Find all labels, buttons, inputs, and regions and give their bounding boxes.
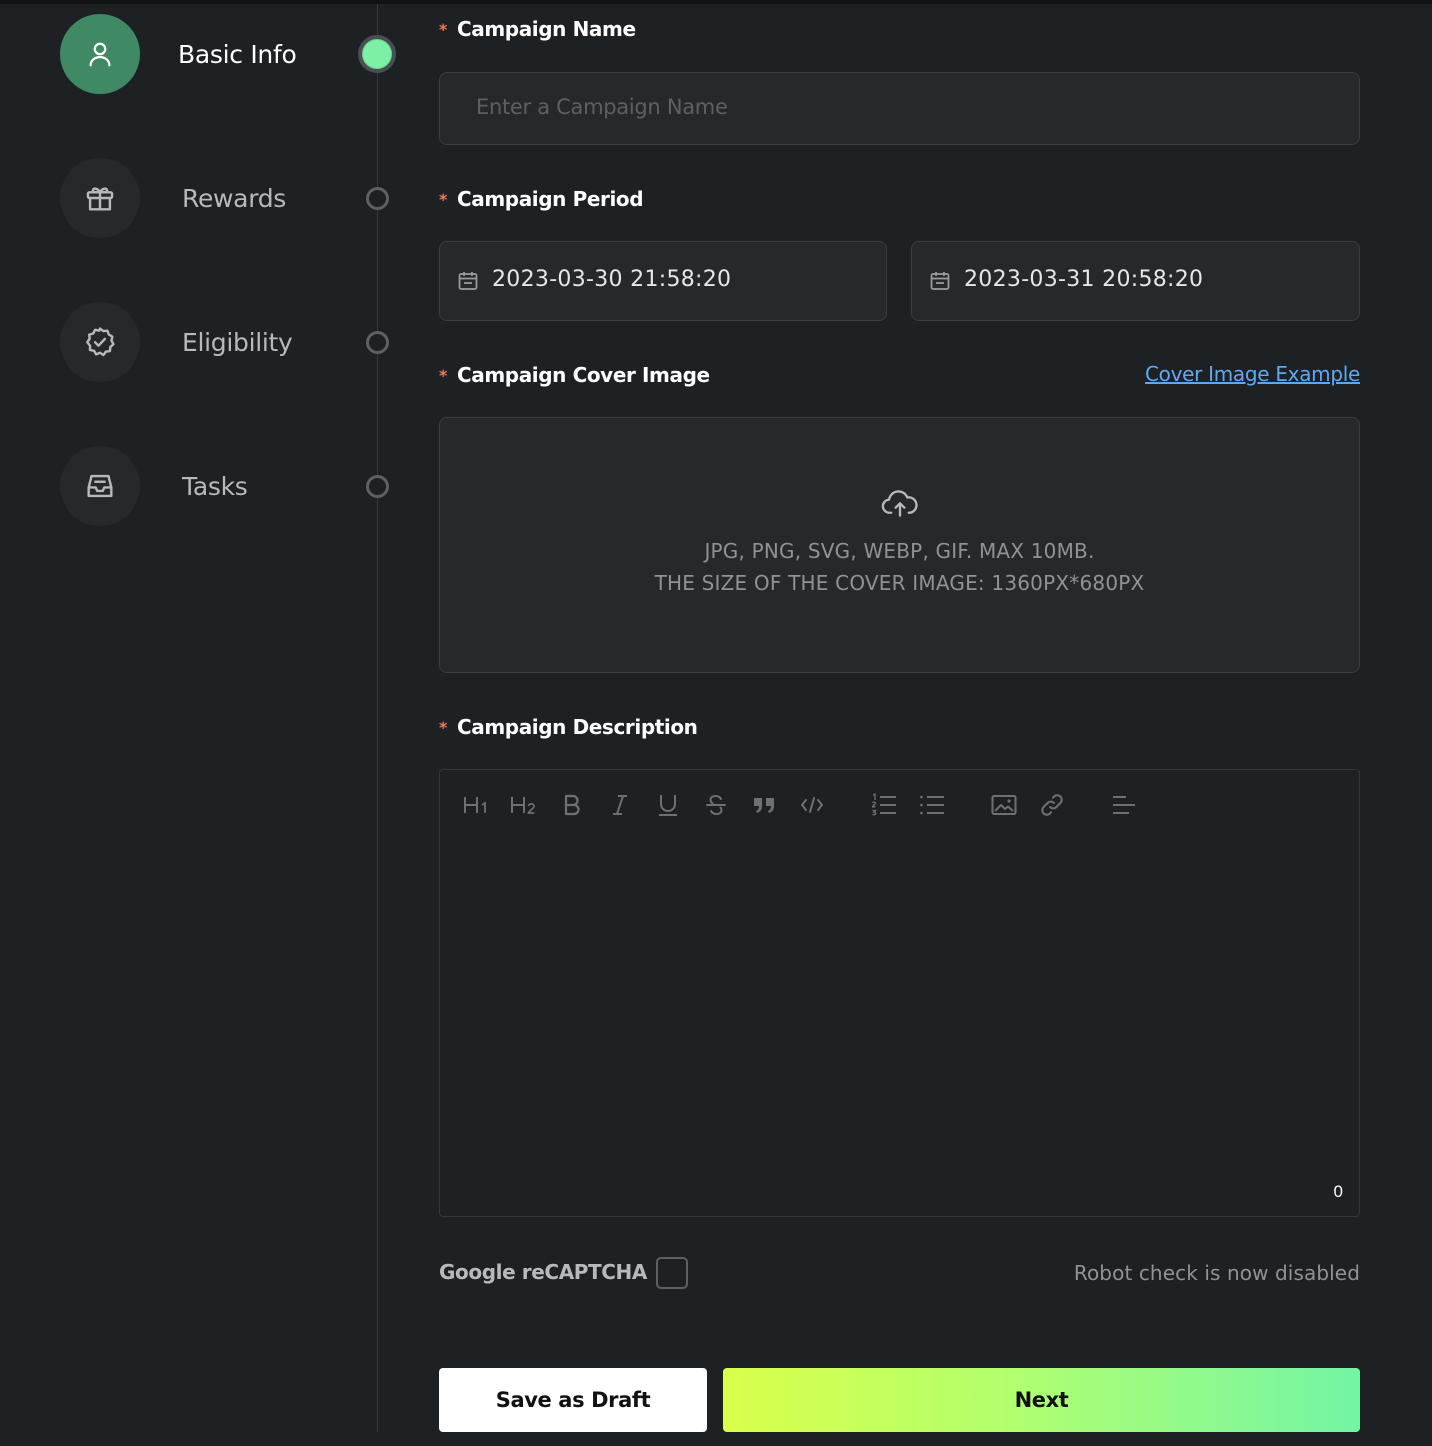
cover-image-dropzone[interactable]: JPG, PNG, SVG, WEBP, GIF. MAX 10MB. THE … bbox=[439, 417, 1360, 673]
user-icon bbox=[60, 14, 140, 94]
required-mark: * bbox=[439, 190, 447, 209]
link-icon[interactable] bbox=[1035, 788, 1069, 822]
verified-badge-icon bbox=[60, 302, 140, 382]
cover-image-label: * Campaign Cover Image bbox=[439, 363, 710, 387]
code-icon[interactable] bbox=[795, 788, 829, 822]
upload-size-text: THE SIZE OF THE COVER IMAGE: 1360PX*680P… bbox=[654, 571, 1145, 595]
heading1-icon[interactable] bbox=[459, 788, 493, 822]
step-indicator-active bbox=[358, 35, 396, 73]
calendar-icon bbox=[928, 269, 952, 298]
start-date-value: 2023-03-30 21:58:20 bbox=[492, 267, 732, 292]
step-tasks[interactable]: Tasks bbox=[60, 446, 390, 526]
cover-image-example-link[interactable]: Cover Image Example bbox=[1145, 362, 1360, 386]
step-label: Rewards bbox=[182, 184, 287, 213]
step-indicator bbox=[366, 187, 389, 210]
step-indicator bbox=[366, 475, 389, 498]
captcha-status: Robot check is now disabled bbox=[1073, 1261, 1360, 1285]
bullet-list-icon[interactable] bbox=[915, 788, 949, 822]
captcha-checkbox[interactable] bbox=[656, 1257, 688, 1289]
campaign-period-label: * Campaign Period bbox=[439, 187, 644, 211]
upload-formats-text: JPG, PNG, SVG, WEBP, GIF. MAX 10MB. bbox=[704, 539, 1095, 563]
heading2-icon[interactable] bbox=[507, 788, 541, 822]
end-date-value: 2023-03-31 20:58:20 bbox=[964, 267, 1204, 292]
inbox-icon bbox=[60, 446, 140, 526]
campaign-name-input[interactable]: Enter a Campaign Name bbox=[439, 72, 1360, 145]
save-draft-button[interactable]: Save as Draft bbox=[439, 1368, 707, 1432]
underline-icon[interactable] bbox=[651, 788, 685, 822]
description-editor[interactable]: 0 bbox=[439, 769, 1360, 1217]
step-indicator bbox=[366, 331, 389, 354]
step-label: Eligibility bbox=[182, 328, 293, 357]
align-icon[interactable] bbox=[1107, 788, 1141, 822]
step-basic-info[interactable]: Basic Info bbox=[60, 14, 396, 94]
campaign-name-label: * Campaign Name bbox=[439, 17, 636, 41]
step-label: Tasks bbox=[182, 472, 248, 501]
character-count: 0 bbox=[1333, 1182, 1343, 1201]
required-mark: * bbox=[439, 718, 447, 737]
calendar-icon bbox=[456, 269, 480, 298]
required-mark: * bbox=[439, 366, 447, 385]
ordered-list-icon[interactable] bbox=[867, 788, 901, 822]
next-button[interactable]: Next bbox=[723, 1368, 1360, 1432]
italic-icon[interactable] bbox=[603, 788, 637, 822]
step-rewards[interactable]: Rewards bbox=[60, 158, 390, 238]
gift-icon bbox=[60, 158, 140, 238]
captcha-label: Google reCAPTCHA bbox=[439, 1260, 647, 1284]
image-icon[interactable] bbox=[987, 788, 1021, 822]
step-label: Basic Info bbox=[178, 40, 297, 69]
top-bar bbox=[0, 0, 1432, 4]
description-label: * Campaign Description bbox=[439, 715, 698, 739]
required-mark: * bbox=[439, 20, 447, 39]
quote-icon[interactable] bbox=[747, 788, 781, 822]
cloud-upload-icon bbox=[881, 488, 919, 525]
strikethrough-icon[interactable] bbox=[699, 788, 733, 822]
step-eligibility[interactable]: Eligibility bbox=[60, 302, 390, 382]
start-date-picker[interactable]: 2023-03-30 21:58:20 bbox=[439, 241, 887, 321]
bold-icon[interactable] bbox=[555, 788, 589, 822]
end-date-picker[interactable]: 2023-03-31 20:58:20 bbox=[911, 241, 1360, 321]
campaign-name-placeholder: Enter a Campaign Name bbox=[476, 95, 728, 119]
